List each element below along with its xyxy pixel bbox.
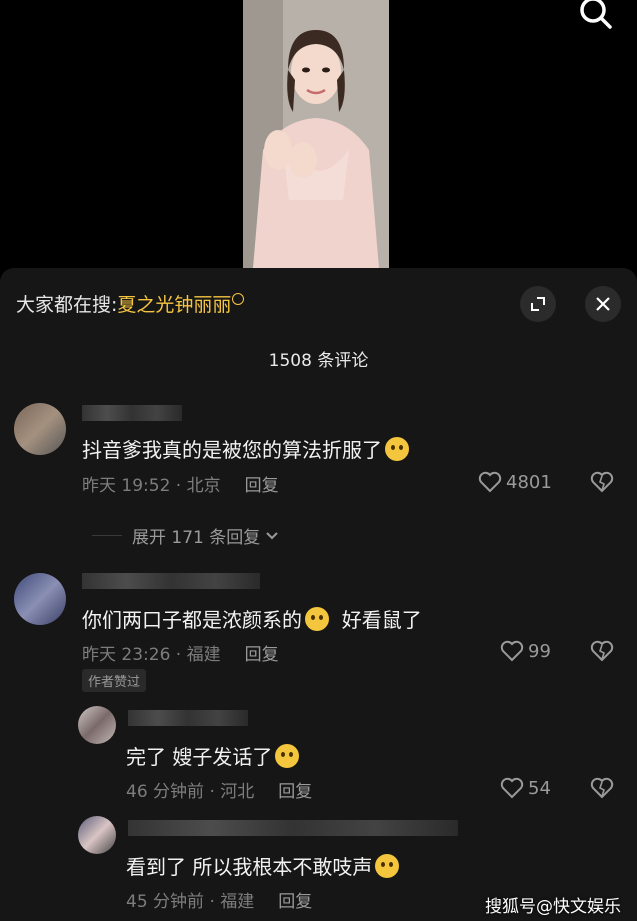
comment-location: 北京 — [186, 476, 221, 496]
comment-panel: 大家都在搜:夏之光钟丽丽 1508 条评论 抖音爹我真的是被您的算法折服了 昨天… — [0, 268, 637, 921]
video-thumbnail[interactable] — [243, 0, 389, 268]
like-button[interactable]: 54 — [500, 777, 551, 799]
comment-time: 昨天 23:26 — [82, 645, 171, 665]
avatar[interactable] — [78, 706, 116, 744]
close-button[interactable] — [585, 286, 621, 322]
reply-text: 看到了 所以我根本不敢吱声 — [126, 851, 400, 880]
trending-search-bar[interactable]: 大家都在搜:夏之光钟丽丽 — [16, 290, 245, 317]
close-icon — [596, 297, 610, 311]
avatar[interactable] — [78, 816, 116, 854]
comment-location: 福建 — [186, 645, 221, 665]
expand-replies[interactable]: 展开 171 条回复 — [92, 523, 280, 548]
username-blurred[interactable] — [128, 710, 248, 726]
reply-button[interactable]: 回复 — [278, 782, 312, 802]
comment-time: 昨天 19:52 — [82, 476, 171, 496]
person-figure — [243, 0, 389, 268]
reply-button[interactable]: 回复 — [245, 476, 279, 496]
divider-line — [92, 535, 122, 536]
expand-icon — [531, 297, 545, 311]
username-blurred[interactable] — [82, 573, 260, 589]
comment-count: 1508 条评论 — [268, 351, 369, 371]
crying-emoji-icon — [305, 607, 329, 631]
like-button[interactable]: 99 — [500, 640, 551, 662]
dislike-button[interactable] — [590, 471, 614, 497]
reply-meta: 46 分钟前 · 河北 回复 — [126, 782, 313, 802]
dislike-button[interactable] — [590, 777, 614, 803]
reply-button[interactable]: 回复 — [278, 892, 312, 912]
broken-heart-icon — [590, 471, 614, 493]
like-count: 4801 — [506, 471, 552, 493]
heart-icon — [500, 640, 524, 662]
search-icon[interactable] — [577, 0, 615, 34]
comment-meta: 昨天 19:52 · 北京 回复 — [82, 476, 279, 496]
dislike-button[interactable] — [590, 640, 614, 666]
emoji-icon — [385, 437, 409, 461]
video-area[interactable] — [0, 0, 637, 268]
reply-text: 完了 嫂子发话了 — [126, 741, 300, 770]
comment-meta: 昨天 23:26 · 福建 回复 — [82, 645, 279, 665]
emoji-icon — [275, 744, 300, 768]
trending-prefix: 大家都在搜: — [16, 294, 118, 316]
expand-replies-label: 展开 171 条回复 — [132, 528, 261, 548]
reply-button[interactable]: 回复 — [245, 645, 279, 665]
reply-time: 46 分钟前 — [126, 782, 205, 802]
avatar[interactable] — [14, 403, 66, 455]
reply-time: 45 分钟前 — [126, 892, 205, 912]
username-blurred[interactable] — [128, 820, 458, 836]
heart-icon — [500, 777, 524, 799]
like-count: 54 — [528, 777, 551, 799]
broken-heart-icon — [590, 777, 614, 799]
like-count: 99 — [528, 640, 551, 662]
watermark: 搜狐号@快文娱乐 — [485, 897, 621, 917]
reply-location: 福建 — [220, 892, 255, 912]
avatar[interactable] — [14, 573, 66, 625]
comment-text: 你们两口子都是浓颜系的 好看鼠了 — [82, 607, 422, 632]
trending-keyword[interactable]: 夏之光钟丽丽 — [117, 294, 231, 316]
author-liked-badge: 作者赞过 — [82, 669, 147, 692]
chevron-down-icon — [266, 531, 278, 539]
comment-text: 抖音爹我真的是被您的算法折服了 — [82, 434, 409, 463]
reply-location: 河北 — [220, 782, 255, 802]
reply-meta: 45 分钟前 · 福建 回复 — [126, 892, 313, 912]
emoji-icon — [375, 854, 400, 878]
heart-icon — [478, 471, 502, 493]
like-button[interactable]: 4801 — [478, 471, 552, 493]
username-blurred[interactable] — [82, 405, 182, 421]
search-small-icon — [232, 293, 245, 305]
broken-heart-icon — [590, 640, 614, 662]
expand-button[interactable] — [520, 286, 556, 322]
